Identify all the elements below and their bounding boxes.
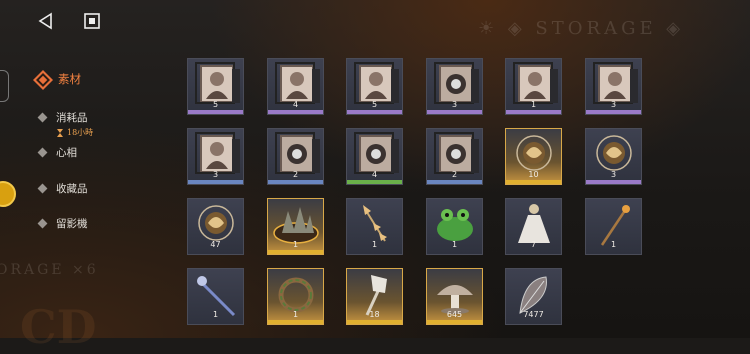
rarity-bar xyxy=(427,320,482,324)
rarity-bar xyxy=(506,110,561,114)
diamond-icon xyxy=(37,112,48,123)
item-count: 3 xyxy=(610,170,617,179)
item-slot-film-object-car[interactable]: 2 xyxy=(267,128,324,185)
storage-watermark: ☀ ◈ STORAGE ◈ xyxy=(478,18,685,39)
rarity-bar xyxy=(586,180,641,184)
back-triangle-icon xyxy=(38,12,52,30)
menu-item-heart-aspect[interactable]: 心相 xyxy=(30,145,77,160)
item-slot-orb-bird[interactable]: 47 xyxy=(187,198,244,255)
item-slot-orb-gold-amulet[interactable]: 10 xyxy=(505,128,562,185)
item-slot-green-frog[interactable]: 1 xyxy=(426,198,483,255)
item-count: 18 xyxy=(369,310,380,319)
item-count: 2 xyxy=(292,170,299,179)
item-count: 10 xyxy=(528,170,539,179)
item-count: 5 xyxy=(371,100,378,109)
diamond-active-icon xyxy=(33,70,53,90)
rarity-bar xyxy=(427,110,482,114)
item-count: 1 xyxy=(292,310,299,319)
rarity-bar xyxy=(268,250,323,254)
item-slot-orb-silver-amulet[interactable]: 3 xyxy=(585,128,642,185)
menu-item-label: 心相 xyxy=(56,147,77,159)
rarity-bar xyxy=(427,180,482,184)
item-slot-blue-staff[interactable]: 1 xyxy=(187,268,244,325)
item-slot-crystal-scepter[interactable]: 18 xyxy=(346,268,403,325)
item-slot-feather-mask[interactable]: 7477 xyxy=(505,268,562,325)
storage-watermark-bottom: ORAGE ×6 xyxy=(0,262,99,278)
item-slot-white-dress[interactable]: 7 xyxy=(505,198,562,255)
item-count: 7477 xyxy=(523,310,544,319)
item-count: 645 xyxy=(446,310,463,319)
diamond-icon xyxy=(37,183,48,194)
item-slot-film-portrait-cap[interactable]: 3 xyxy=(187,128,244,185)
rarity-bar xyxy=(347,180,402,184)
item-slot-film-portrait-blonde[interactable]: 5 xyxy=(187,58,244,115)
item-count: 4 xyxy=(371,170,378,179)
home-button[interactable] xyxy=(80,9,104,33)
menu-item-label: 素材 xyxy=(58,72,81,86)
item-slot-film-object-camera[interactable]: 2 xyxy=(426,128,483,185)
side-tab-handle[interactable] xyxy=(0,70,9,102)
rarity-bar xyxy=(188,110,243,114)
item-count: 1 xyxy=(451,240,458,249)
back-button[interactable] xyxy=(34,9,58,33)
menu-item-label: 消耗品 xyxy=(56,112,88,124)
item-count: 7 xyxy=(530,240,537,249)
menu-item-materials[interactable]: 素材 xyxy=(30,70,81,90)
item-count: 5 xyxy=(212,100,219,109)
item-count: 1 xyxy=(530,100,537,109)
item-count: 2 xyxy=(451,170,458,179)
menu-item-consumables[interactable]: 消耗品 18小時 xyxy=(30,110,93,138)
item-count: 1 xyxy=(610,240,617,249)
expiry-timer: 18小時 xyxy=(56,127,93,138)
item-count: 3 xyxy=(212,170,219,179)
item-count: 47 xyxy=(210,240,221,249)
item-slot-film-portrait-dark[interactable]: 3 xyxy=(585,58,642,115)
item-slot-mushroom[interactable]: 645 xyxy=(426,268,483,325)
item-count: 3 xyxy=(451,100,458,109)
menu-item-collectibles[interactable]: 收藏品 xyxy=(30,181,88,196)
hourglass-icon xyxy=(57,128,63,137)
item-count: 1 xyxy=(292,240,299,249)
rarity-bar xyxy=(268,110,323,114)
diamond-icon xyxy=(37,218,48,229)
rarity-bar xyxy=(188,180,243,184)
stop-square-icon xyxy=(84,13,100,29)
rarity-bar xyxy=(347,110,402,114)
menu-item-label: 留影機 xyxy=(56,218,88,230)
rarity-bar xyxy=(506,180,561,184)
item-slot-film-portrait-hat[interactable]: 5 xyxy=(346,58,403,115)
item-count: 3 xyxy=(610,100,617,109)
item-slot-short-wand[interactable]: 1 xyxy=(585,198,642,255)
rarity-bar xyxy=(268,180,323,184)
rarity-bar xyxy=(347,320,402,324)
item-count: 1 xyxy=(212,310,219,319)
diamond-icon xyxy=(37,147,48,158)
item-slot-vine-wreath[interactable]: 1 xyxy=(267,268,324,325)
rarity-bar xyxy=(268,320,323,324)
item-slot-film-object-triangle[interactable]: 4 xyxy=(346,128,403,185)
item-slot-film-portrait-girl[interactable]: 1 xyxy=(505,58,562,115)
item-slot-arrow-totem[interactable]: 1 xyxy=(346,198,403,255)
item-slot-stone-gold[interactable]: 1 xyxy=(267,198,324,255)
item-slot-film-portrait-hooded[interactable]: 4 xyxy=(267,58,324,115)
item-slot-film-object-globe[interactable]: 3 xyxy=(426,58,483,115)
big-watermark: CD xyxy=(20,300,97,354)
menu-item-label: 收藏品 xyxy=(56,183,88,195)
item-count: 1 xyxy=(371,240,378,249)
rarity-bar xyxy=(586,110,641,114)
menu-item-projector[interactable]: 留影機 xyxy=(30,216,88,231)
item-count: 4 xyxy=(292,100,299,109)
